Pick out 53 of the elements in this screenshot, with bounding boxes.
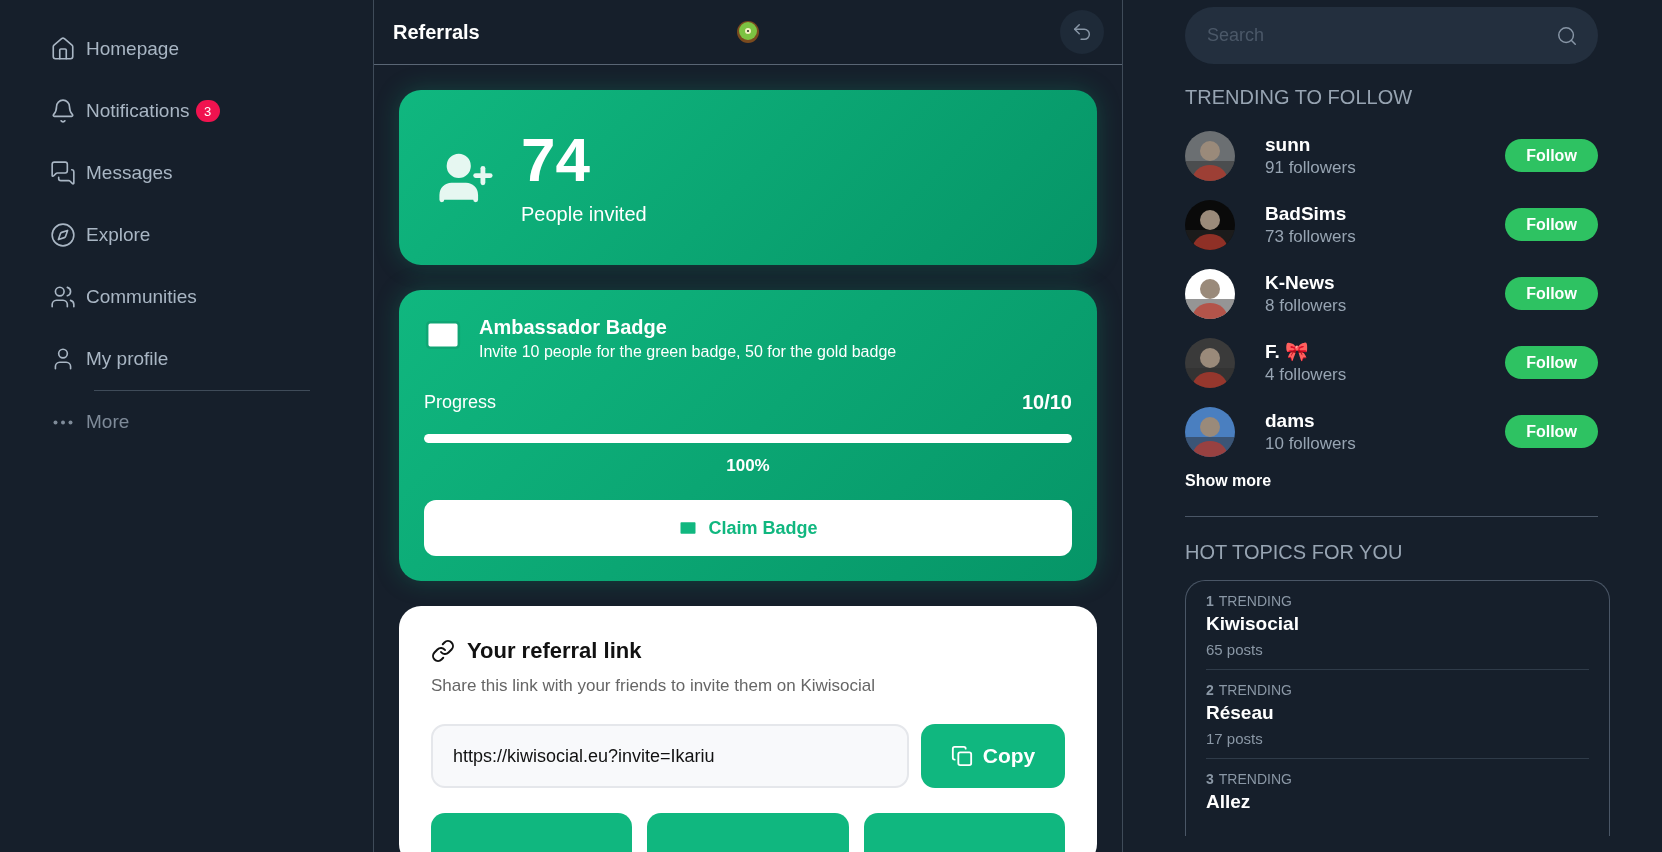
- trending-tag: 1 TRENDING: [1206, 593, 1589, 609]
- follower-count: 91 followers: [1265, 157, 1356, 178]
- referral-title: Your referral link: [467, 638, 642, 664]
- more-icon: [53, 419, 73, 425]
- copy-icon: [950, 745, 973, 767]
- link-icon: [431, 639, 455, 663]
- nav-item[interactable]: Homepage: [50, 18, 373, 80]
- bell-icon: [50, 98, 76, 124]
- progress-count: 10/10: [1021, 391, 1072, 414]
- nav-item[interactable]: Explore: [50, 204, 373, 266]
- topic-name[interactable]: Allez: [1206, 791, 1589, 813]
- user-name: K-News: [1265, 271, 1336, 294]
- follower-count: 8 followers: [1265, 295, 1347, 316]
- follower-count: 73 followers: [1265, 226, 1356, 247]
- progress-percent: 100%: [725, 456, 771, 476]
- nav-label: Notifications: [86, 100, 190, 122]
- chat-icon: [50, 160, 76, 186]
- home-icon: [50, 36, 76, 62]
- nav-item[interactable]: Communities: [50, 266, 373, 328]
- referral-description: Share this link with your friends to invite them on Kiwisocial: [431, 676, 877, 696]
- trending-tag: 2 TRENDING: [1206, 682, 1589, 698]
- badge-title: Ambassador Badge: [479, 316, 668, 339]
- nav-item[interactable]: Messages: [50, 142, 373, 204]
- nav-item[interactable]: More: [50, 391, 373, 453]
- post-count: 17 posts: [1206, 730, 1264, 747]
- notification-count: 3: [195, 100, 220, 122]
- section-title: HOT TOPICS FOR YOU: [1185, 541, 1404, 564]
- search-icon: [1556, 24, 1578, 47]
- page-title: Referrals: [393, 20, 481, 44]
- invited-count: 74: [521, 129, 591, 191]
- section-title: TRENDING TO FOLLOW: [1185, 86, 1414, 109]
- link-field[interactable]: https://kiwisocial.eu?invite=Ikariu: [431, 724, 909, 788]
- topic-name[interactable]: Réseau: [1206, 702, 1589, 724]
- invited-label: People invited: [521, 203, 647, 226]
- kiwi-icon: [735, 20, 760, 44]
- undo-icon: [1071, 21, 1093, 43]
- follower-count: 4 followers: [1265, 365, 1347, 385]
- show-more-link[interactable]: Show more: [1185, 472, 1598, 490]
- nav-item[interactable]: Notifications 3: [50, 80, 373, 142]
- user-name: dams: [1265, 409, 1316, 432]
- follower-count: 10 followers: [1265, 433, 1356, 454]
- post-count: 65 posts: [1206, 641, 1264, 658]
- user-name: sunn: [1265, 133, 1312, 156]
- undo-button[interactable]: [1060, 10, 1104, 54]
- user-name: F. 🎀: [1265, 340, 1311, 363]
- trending-tag: 3 TRENDING: [1206, 771, 1589, 787]
- user-name: BadSims: [1265, 202, 1348, 225]
- users-icon: [50, 284, 76, 310]
- compass-icon: [50, 222, 76, 248]
- progress-label: Progress: [424, 392, 497, 413]
- topic-name[interactable]: Kiwisocial: [1206, 613, 1589, 635]
- badge-description: Invite 10 people for the green badge, 50 for the gold badge: [479, 343, 897, 361]
- nav-item[interactable]: My profile: [50, 328, 373, 390]
